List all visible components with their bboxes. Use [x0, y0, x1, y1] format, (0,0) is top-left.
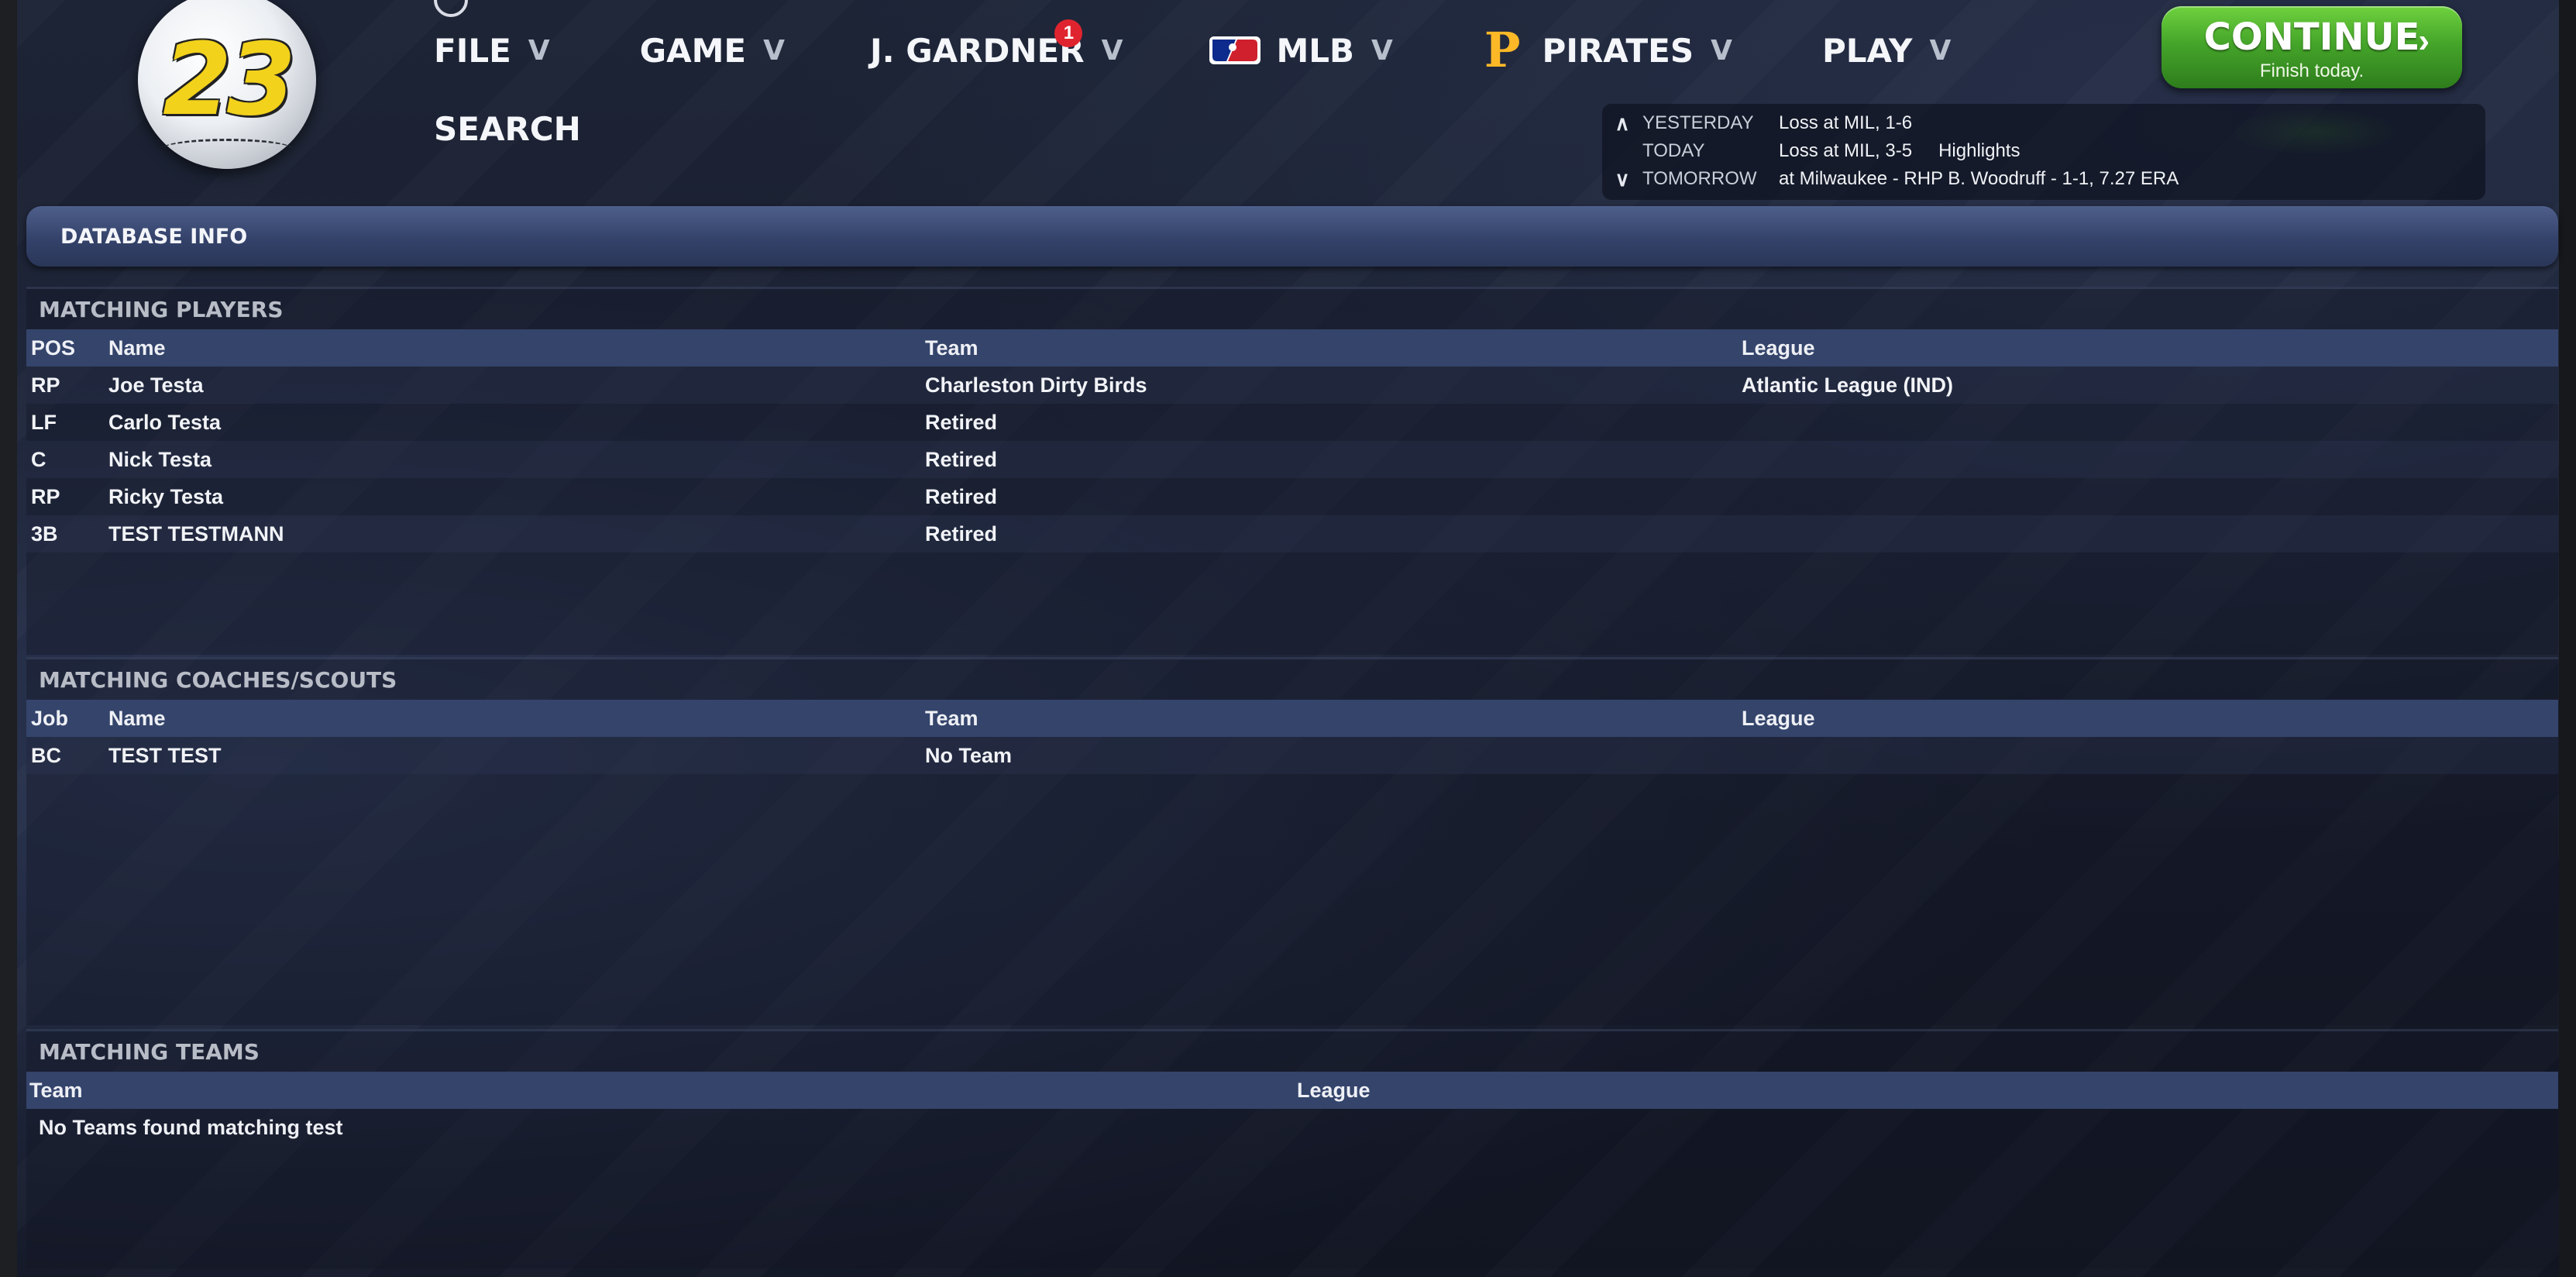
mlb-logo-icon: [1209, 36, 1261, 64]
nav-team-label: PIRATES: [1542, 31, 1694, 70]
chevron-up-icon[interactable]: ∧: [1602, 112, 1642, 136]
player-pos: 3B: [31, 521, 58, 546]
schedule-today-result[interactable]: Loss at MIL, 3-5: [1779, 140, 1912, 162]
page-title: DATABASE INFO: [60, 224, 248, 249]
window-edge-right: [2559, 0, 2576, 1277]
coach-name[interactable]: TEST TEST: [108, 744, 925, 768]
column-header-name[interactable]: Name: [108, 707, 925, 731]
column-header-team[interactable]: Team: [925, 707, 1742, 731]
schedule-tomorrow-result[interactable]: at Milwaukee - RHP B. Woodruff - 1-1, 7.…: [1779, 168, 2179, 190]
player-pos: RP: [31, 373, 60, 397]
nav-play-label: PLAY: [1822, 31, 1913, 70]
window-edge-left: [0, 0, 17, 1277]
coach-team: No Team: [925, 743, 1013, 767]
nav-manager[interactable]: J. GARDNER V 1: [870, 19, 1123, 70]
table-row[interactable]: LF Carlo Testa Retired: [26, 404, 2558, 441]
continue-button[interactable]: CONTINUE › Finish today.: [2162, 6, 2462, 88]
notification-badge: 1: [1054, 19, 1083, 47]
chevron-down-icon[interactable]: ∨: [1602, 167, 1642, 191]
table-row[interactable]: RP Ricky Testa Retired: [26, 478, 2558, 515]
matching-teams-panel: MATCHING TEAMS Team League No Teams foun…: [26, 1029, 2558, 1268]
player-pos: LF: [31, 410, 57, 434]
table-header: Team League: [26, 1072, 2558, 1109]
matching-players-panel: MATCHING PLAYERS POS Name Team League RP…: [26, 287, 2558, 655]
table-row[interactable]: RP Joe Testa Charleston Dirty Birds Atla…: [26, 367, 2558, 404]
logo-number: 23: [162, 22, 296, 138]
column-header-pos[interactable]: POS: [26, 336, 108, 360]
table-header: POS Name Team League: [26, 329, 2558, 367]
player-name[interactable]: Nick Testa: [108, 448, 925, 472]
column-header-team[interactable]: Team: [925, 336, 1742, 360]
chevron-down-icon: V: [1101, 34, 1123, 67]
schedule-yesterday-label: YESTERDAY: [1642, 112, 1754, 133]
column-header-league[interactable]: League: [1297, 1079, 2558, 1103]
database-info-header: DATABASE INFO: [26, 206, 2558, 267]
chevron-down-icon: V: [763, 34, 785, 67]
nav-file[interactable]: FILE V: [434, 32, 550, 70]
column-header-name[interactable]: Name: [108, 336, 925, 360]
pirates-logo-icon: P: [1484, 22, 1521, 78]
coach-job: BC: [31, 743, 61, 767]
chevron-down-icon: V: [1371, 34, 1393, 67]
chevron-down-icon: V: [1929, 34, 1952, 67]
panel-title: MATCHING TEAMS: [39, 1038, 260, 1065]
chevron-down-icon: V: [1711, 34, 1732, 67]
nav-mlb[interactable]: MLB V: [1209, 31, 1393, 70]
player-name[interactable]: Joe Testa: [108, 373, 925, 398]
nav-game-label: GAME: [639, 31, 747, 70]
column-header-team[interactable]: Team: [26, 1079, 1297, 1103]
table-row[interactable]: 3B TEST TESTMANN Retired: [26, 515, 2558, 552]
nav-game[interactable]: GAME V: [640, 32, 785, 70]
player-team: Retired: [925, 447, 998, 471]
chevron-right-icon: ›: [2418, 22, 2430, 60]
player-team[interactable]: Charleston Dirty Birds: [925, 373, 1742, 398]
nav-file-label: FILE: [434, 31, 511, 70]
player-league[interactable]: Atlantic League (IND): [1742, 373, 2558, 398]
player-team: Retired: [925, 484, 998, 508]
player-name[interactable]: Ricky Testa: [108, 485, 925, 509]
player-pos: RP: [31, 484, 60, 508]
table-header: Job Name Team League: [26, 700, 2558, 737]
schedule-panel: ∧ YESTERDAY Loss at MIL, 1-6 TODAY Loss …: [1602, 104, 2485, 200]
baseball-stitch: [161, 139, 293, 160]
nav-mlb-label: MLB: [1276, 31, 1355, 70]
nav-play[interactable]: PLAY V: [1822, 32, 1951, 70]
nav-team[interactable]: P PIRATES V: [1484, 26, 1732, 74]
empty-results-message: No Teams found matching test: [39, 1115, 343, 1139]
schedule-today-label: TODAY: [1642, 140, 1705, 161]
schedule-yesterday-result[interactable]: Loss at MIL, 1-6: [1779, 112, 1912, 134]
schedule-today: TODAY Loss at MIL, 3-5 Highlights: [1602, 138, 2020, 164]
schedule-tomorrow: ∨ TOMORROW at Milwaukee - RHP B. Woodruf…: [1602, 166, 2179, 192]
column-header-league[interactable]: League: [1742, 336, 2558, 360]
main-nav: FILE V GAME V J. GARDNER V 1 MLB V P PIR…: [434, 19, 1951, 77]
panel-title: MATCHING COACHES/SCOUTS: [39, 666, 397, 693]
panel-title: MATCHING PLAYERS: [39, 296, 284, 322]
nav-search[interactable]: SEARCH: [434, 110, 581, 148]
continue-sublabel: Finish today.: [2259, 60, 2364, 81]
schedule-yesterday: ∧ YESTERDAY Loss at MIL, 1-6: [1602, 110, 1912, 136]
player-name[interactable]: TEST TESTMANN: [108, 522, 925, 546]
column-header-league[interactable]: League: [1742, 707, 2558, 731]
highlights-link[interactable]: Highlights: [1938, 140, 2020, 162]
matching-coaches-panel: MATCHING COACHES/SCOUTS Job Name Team Le…: [26, 657, 2558, 1025]
player-pos: C: [31, 447, 46, 471]
column-header-job[interactable]: Job: [26, 707, 108, 731]
player-name[interactable]: Carlo Testa: [108, 411, 925, 435]
player-team: Retired: [925, 521, 998, 546]
schedule-tomorrow-label: TOMORROW: [1642, 168, 1757, 189]
table-row[interactable]: C Nick Testa Retired: [26, 441, 2558, 478]
table-row[interactable]: BC TEST TEST No Team: [26, 737, 2558, 774]
nav-manager-label: J. GARDNER: [870, 31, 1085, 70]
chevron-down-icon: V: [528, 34, 550, 67]
continue-label: CONTINUE: [2203, 15, 2420, 59]
player-team: Retired: [925, 410, 998, 434]
